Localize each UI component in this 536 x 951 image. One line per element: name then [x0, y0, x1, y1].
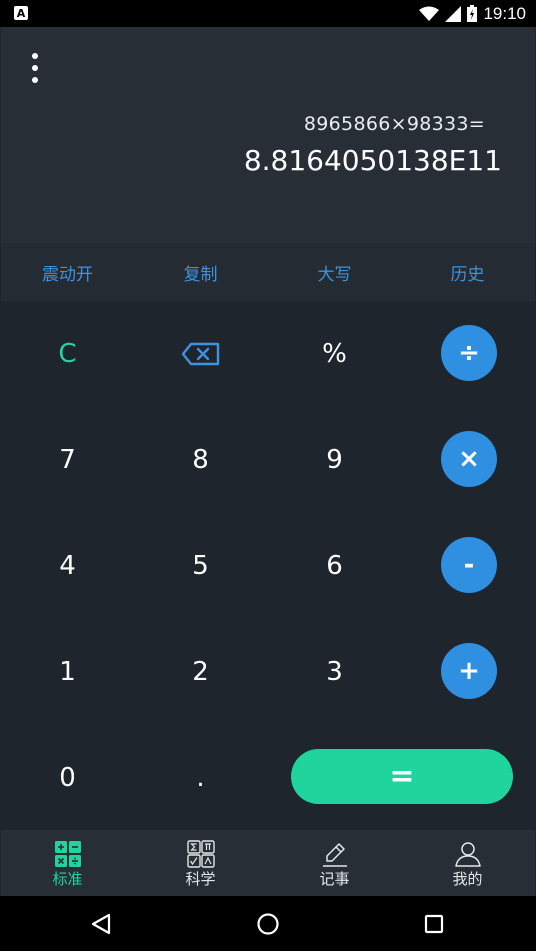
status-bar: A 19:10 — [0, 0, 536, 27]
system-navigation-bar — [0, 896, 536, 951]
status-icons: 19:10 — [419, 0, 526, 27]
multiply-button[interactable]: × — [441, 431, 497, 487]
cell-signal-icon — [445, 5, 462, 22]
vibration-toggle-button[interactable]: 震动开 — [1, 243, 134, 301]
decimal-point-button[interactable]: . — [134, 725, 267, 831]
digit-6-button[interactable]: 6 — [268, 513, 401, 619]
digit-4-button[interactable]: 4 — [1, 513, 134, 619]
digit-8-button[interactable]: 8 — [134, 407, 267, 513]
history-button[interactable]: 历史 — [401, 243, 534, 301]
bottom-tab-bar: 标准 科学 记事 我的 — [1, 830, 535, 896]
copy-button[interactable]: 复制 — [134, 243, 267, 301]
tab-label: 我的 — [452, 870, 483, 888]
result-text: 8.8164050138E11 — [243, 144, 502, 177]
tab-standard[interactable]: 标准 — [1, 830, 134, 896]
back-button[interactable] — [66, 896, 136, 951]
digit-7-button[interactable]: 7 — [1, 407, 134, 513]
status-time: 19:10 — [483, 3, 526, 23]
tab-scientific[interactable]: 科学 — [134, 830, 267, 896]
digit-0-button[interactable]: 0 — [1, 725, 134, 831]
digit-2-button[interactable]: 2 — [134, 619, 267, 725]
back-triangle-icon — [91, 913, 111, 934]
battery-icon — [467, 5, 478, 22]
note-pencil-icon — [322, 843, 347, 867]
backspace-button[interactable] — [134, 301, 267, 407]
recents-button[interactable] — [399, 896, 469, 951]
uppercase-button[interactable]: 大写 — [268, 243, 401, 301]
scientific-calculator-icon — [186, 840, 215, 868]
recents-square-icon — [424, 914, 444, 933]
tab-label: 记事 — [319, 870, 350, 888]
tab-label: 科学 — [185, 870, 216, 888]
calculator-display: 8965866×98333= 8.8164050138E11 — [1, 27, 535, 243]
backspace-icon — [181, 342, 219, 366]
more-options-icon[interactable] — [27, 53, 43, 83]
keypad: C % ÷ 7 8 9 × 4 5 6 - 1 2 3 + 0 . = — [1, 301, 535, 830]
tab-label: 标准 — [52, 870, 83, 888]
equals-button[interactable]: = — [291, 749, 513, 804]
home-circle-icon — [257, 912, 279, 935]
function-row: 震动开 复制 大写 历史 — [1, 243, 535, 301]
tab-notes[interactable]: 记事 — [268, 830, 401, 896]
digit-3-button[interactable]: 3 — [268, 619, 401, 725]
digit-9-button[interactable]: 9 — [268, 407, 401, 513]
standard-calculator-icon — [54, 841, 81, 867]
wifi-icon — [419, 6, 440, 21]
notification-icon: A — [14, 6, 28, 20]
user-profile-icon — [454, 842, 481, 867]
percent-button[interactable]: % — [268, 301, 401, 407]
divide-button[interactable]: ÷ — [441, 325, 497, 381]
tab-profile[interactable]: 我的 — [401, 830, 534, 896]
home-button[interactable] — [233, 896, 303, 951]
digit-5-button[interactable]: 5 — [134, 513, 267, 619]
clear-button[interactable]: C — [1, 301, 134, 407]
minus-button[interactable]: - — [441, 537, 497, 593]
plus-button[interactable]: + — [441, 643, 497, 699]
expression-text: 8965866×98333= — [303, 113, 485, 135]
digit-1-button[interactable]: 1 — [1, 619, 134, 725]
